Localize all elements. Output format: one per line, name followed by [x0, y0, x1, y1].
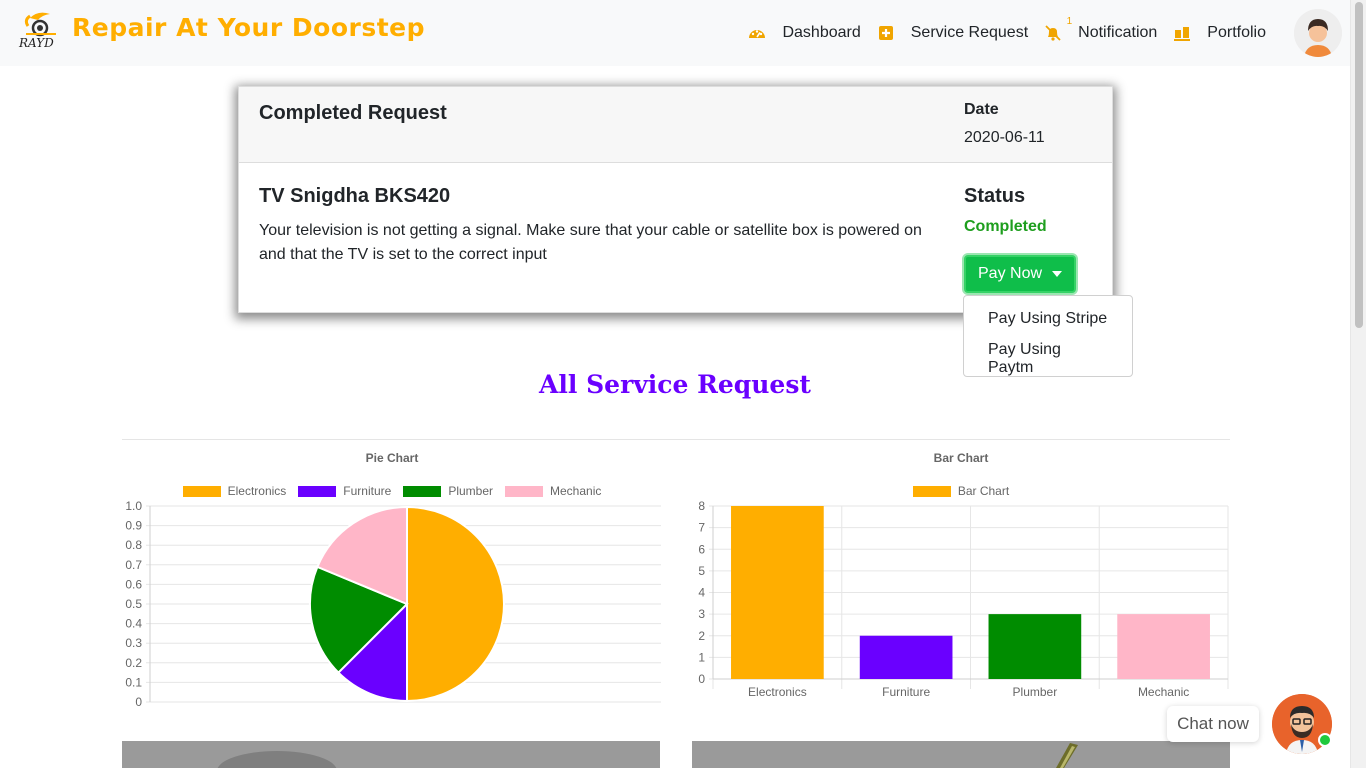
- completed-request-card: Completed Request Date 2020-06-11 TV Sni…: [238, 86, 1113, 313]
- legend-label: Mechanic: [550, 484, 602, 498]
- bar-chart: 8 7 6 5 4 3 2 1 0 Electronics Furniture Plumber Mech…: [691, 446, 1231, 711]
- bar-chart-title: Bar Chart: [933, 451, 989, 465]
- y-tick-label: 7: [698, 521, 705, 535]
- plus-square-icon: [877, 24, 895, 42]
- bell-slash-icon: 1: [1044, 16, 1072, 42]
- nav-item-notification[interactable]: 1 Notification: [1044, 16, 1158, 42]
- y-tick-label: 1.0: [125, 499, 142, 513]
- x-tick-label: Mechanic: [1138, 685, 1189, 699]
- pay-now-label: Pay Now: [978, 265, 1043, 282]
- service-image-card[interactable]: [692, 741, 1230, 768]
- bar-electronics: [731, 506, 824, 679]
- pie-slice-electronics: [406, 505, 505, 703]
- legend-label: Electronics: [227, 484, 287, 498]
- card-header-title: Completed Request: [259, 102, 447, 124]
- pie-chart-title: Pie Chart: [365, 451, 419, 465]
- x-tick-label: Plumber: [1013, 685, 1058, 699]
- y-tick-label: 0.6: [125, 577, 142, 591]
- nav-label-portfolio: Portfolio: [1207, 24, 1266, 41]
- status-label: Status: [964, 185, 1026, 207]
- pay-now-button[interactable]: Pay Now: [964, 255, 1077, 293]
- chat-now-button[interactable]: Chat now: [1167, 706, 1259, 742]
- nav-label-notification: Notification: [1078, 24, 1158, 41]
- y-tick-label: 0.2: [125, 656, 142, 670]
- pie-chart-legend: Electronics Furniture Plumber Mechanic: [122, 484, 662, 498]
- date-label: Date: [964, 101, 999, 118]
- nav-label-dashboard: Dashboard: [782, 24, 861, 41]
- page-scrollbar[interactable]: [1350, 0, 1366, 768]
- y-tick-label: 0.8: [125, 538, 142, 552]
- notification-badge: 1: [1066, 16, 1073, 27]
- online-status-dot: [1318, 733, 1332, 747]
- legend-swatch: [182, 485, 221, 497]
- legend-label: Furniture: [343, 484, 392, 498]
- chat-now-label: Chat now: [1177, 714, 1249, 733]
- user-avatar[interactable]: [1294, 9, 1342, 57]
- portfolio-icon: [1173, 24, 1191, 42]
- rayd-logo: RAYD: [16, 8, 70, 52]
- nav-menu: Dashboard Service Request 1 Notification…: [732, 0, 1342, 66]
- card-header: Completed Request Date 2020-06-11: [239, 87, 1112, 163]
- service-image-card[interactable]: [122, 741, 660, 768]
- x-tick-label: Electronics: [748, 685, 807, 699]
- y-tick-label: 4: [698, 586, 705, 600]
- bar-chart-legend: Bar Chart: [691, 484, 1231, 498]
- legend-label: Bar Chart: [957, 484, 1010, 498]
- y-tick-label: 0.9: [125, 519, 142, 533]
- nav-item-service-request[interactable]: Service Request: [877, 24, 1028, 42]
- scrollbar-thumb[interactable]: [1355, 2, 1363, 328]
- bar-plumber: [988, 614, 1082, 679]
- x-tick-label: Furniture: [882, 685, 930, 699]
- legend-swatch: [403, 485, 442, 497]
- brand[interactable]: RAYD Repair At Your Doorstep: [16, 8, 425, 52]
- legend-swatch: [912, 485, 951, 497]
- section-title: All Service Request: [539, 370, 811, 399]
- legend-item-electronics[interactable]: Electronics: [182, 484, 287, 498]
- logo-text: RAYD: [18, 36, 54, 50]
- y-tick-label: 5: [698, 564, 705, 578]
- dashboard-icon: [748, 24, 766, 42]
- navbar: RAYD Repair At Your Doorstep Dashboard S…: [0, 0, 1350, 66]
- nav-item-dashboard[interactable]: Dashboard: [748, 24, 861, 42]
- y-tick-label: 0.7: [125, 558, 142, 572]
- y-tick-label: 0.3: [125, 636, 142, 650]
- y-tick-label: 0.1: [125, 675, 142, 689]
- legend-swatch: [505, 485, 544, 497]
- legend-label: Plumber: [448, 484, 494, 498]
- request-title: TV Snigdha BKS420: [259, 185, 451, 207]
- y-tick-label: 0: [135, 695, 142, 709]
- status-value: Completed: [964, 218, 1047, 235]
- date-value: 2020-06-11: [964, 129, 1045, 146]
- legend-item-mechanic[interactable]: Mechanic: [505, 484, 601, 498]
- legend-item-bar-chart[interactable]: Bar Chart: [912, 484, 1010, 498]
- y-tick-label: 0: [698, 672, 705, 686]
- legend-item-plumber[interactable]: Plumber: [403, 484, 493, 498]
- bar-furniture: [859, 635, 953, 679]
- legend-swatch: [298, 485, 337, 497]
- y-tick-label: 0.5: [125, 597, 142, 611]
- y-tick-label: 8: [698, 499, 705, 513]
- request-description: Your television is not getting a signal.…: [259, 222, 922, 263]
- y-tick-label: 3: [698, 607, 705, 621]
- caret-down-icon: [1052, 271, 1063, 277]
- nav-label-service-request: Service Request: [910, 24, 1029, 41]
- legend-item-furniture[interactable]: Furniture: [298, 484, 391, 498]
- pie-chart: 1.0 0.9 0.8 0.7 0.6 0.5 0.4 0.3 0.2 0.1 0 Pie Char…: [122, 446, 662, 711]
- y-tick-label: 2: [698, 629, 705, 643]
- brand-name[interactable]: Repair At Your Doorstep: [72, 13, 425, 42]
- pay-dropdown-menu: Pay Using Stripe Pay Using Paytm: [963, 295, 1133, 377]
- pay-using-stripe-option[interactable]: Pay Using Stripe: [964, 304, 1132, 335]
- divider: [122, 439, 1230, 440]
- y-tick-label: 6: [698, 542, 705, 556]
- bar-mechanic: [1117, 614, 1210, 679]
- y-tick-label: 0.4: [125, 617, 142, 631]
- nav-item-portfolio[interactable]: Portfolio: [1173, 24, 1266, 42]
- y-tick-label: 1: [698, 650, 705, 664]
